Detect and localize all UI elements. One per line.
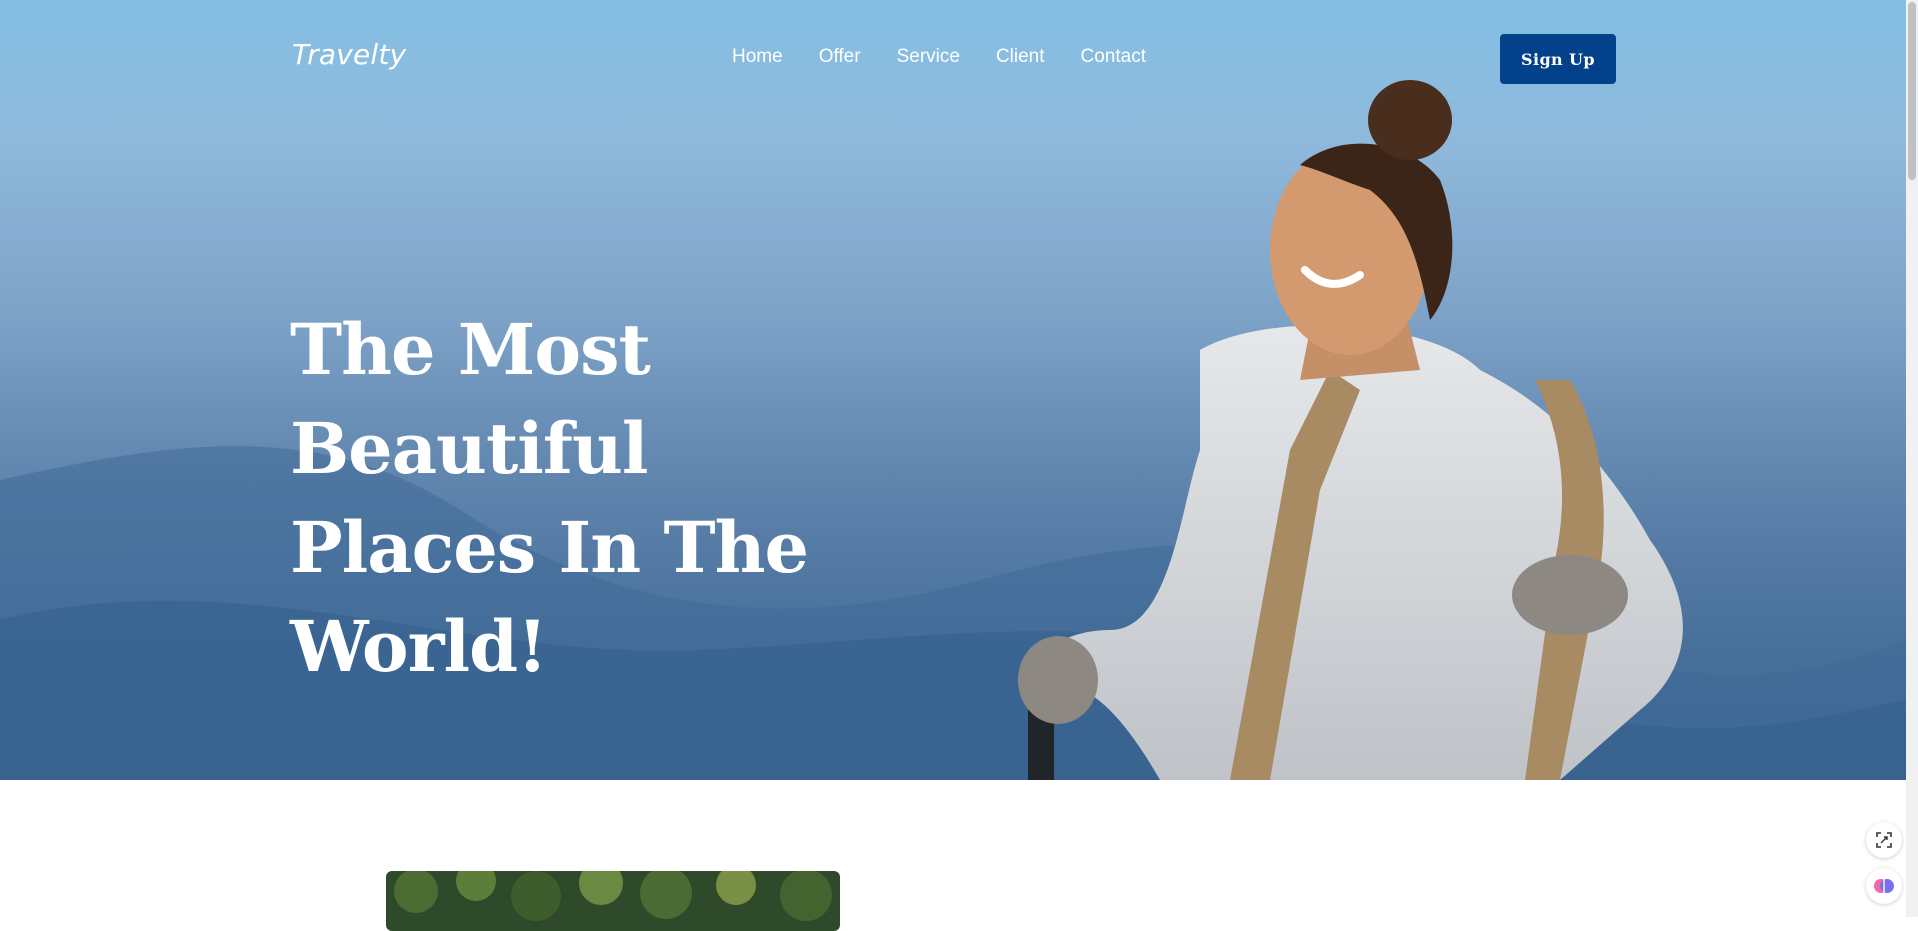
forest-card-image (386, 871, 840, 931)
nav-client[interactable]: Client (996, 46, 1045, 68)
hiker-woman-image (1018, 80, 1683, 780)
signup-button[interactable]: Sign Up (1500, 34, 1616, 84)
main-nav: Home Offer Service Client Contact (732, 46, 1182, 68)
headline-line-3: World! (290, 605, 548, 688)
nav-offer[interactable]: Offer (819, 46, 861, 68)
headline-line-1: The Most Beautiful (290, 308, 651, 490)
nav-home[interactable]: Home (732, 46, 783, 68)
headline-line-2: Places In The (290, 506, 809, 589)
hero-section: Travelty Home Offer Service Client Conta… (0, 0, 1906, 780)
nav-service[interactable]: Service (897, 46, 960, 68)
brand-logo[interactable]: Travelty (292, 38, 406, 71)
capture-icon (1876, 832, 1892, 848)
assistant-button[interactable] (1866, 868, 1902, 904)
nav-contact[interactable]: Contact (1081, 46, 1146, 68)
scrollbar[interactable] (1906, 0, 1918, 917)
capture-button[interactable] (1866, 822, 1902, 858)
scrollbar-thumb[interactable] (1908, 2, 1916, 180)
brain-icon (1874, 879, 1894, 893)
hero-headline: The Most Beautiful Places In The World! (290, 300, 950, 696)
